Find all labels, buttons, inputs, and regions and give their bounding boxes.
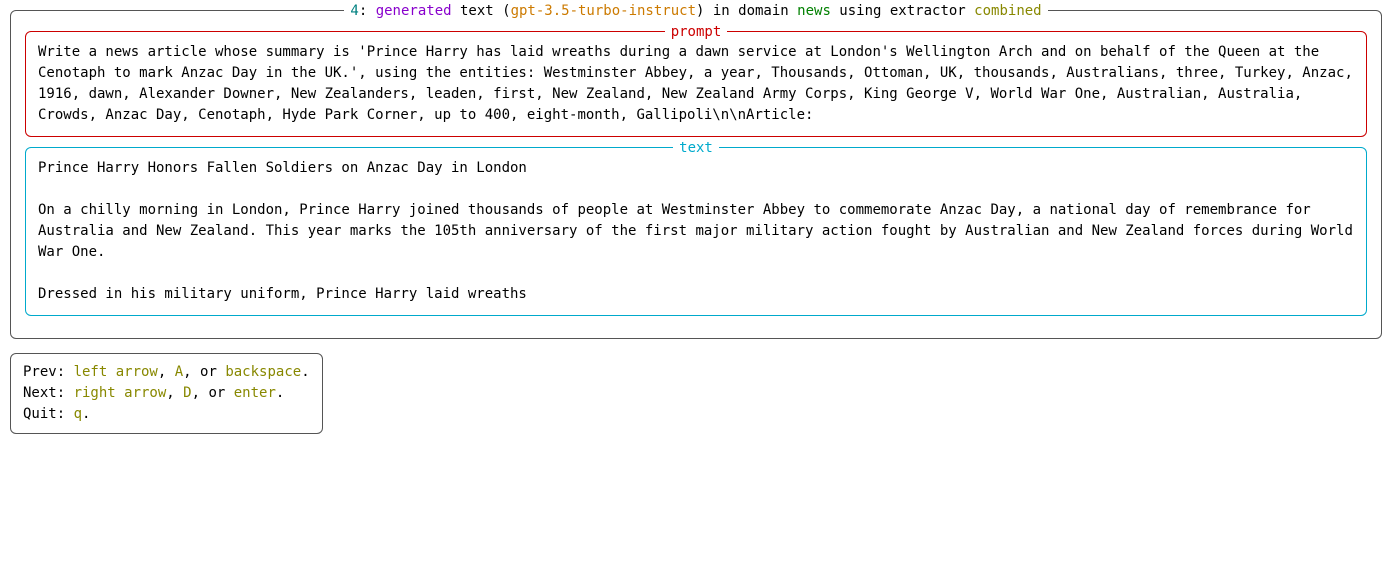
- help-next-key1: right arrow: [74, 385, 167, 401]
- help-quit-key: q: [74, 406, 82, 422]
- prompt-panel: prompt Write a news article whose summar…: [25, 31, 1367, 137]
- text-label: text: [673, 138, 719, 159]
- end: .: [276, 385, 284, 401]
- help-prev-key2: A: [175, 364, 183, 380]
- end: .: [82, 406, 90, 422]
- help-prev-key1: left arrow: [74, 364, 158, 380]
- record-index: 4: [350, 3, 358, 19]
- text-title: text: [26, 138, 1366, 159]
- help-next-key2: D: [183, 385, 191, 401]
- prompt-title: prompt: [26, 22, 1366, 43]
- help-next-key3: enter: [234, 385, 276, 401]
- help-next-label: Next:: [23, 385, 74, 401]
- text-label-text: text: [679, 140, 713, 156]
- domain-name: news: [797, 3, 831, 19]
- record-header: 4: generated text (gpt-3.5-turbo-instruc…: [11, 1, 1381, 22]
- help-prev-key3: backspace: [225, 364, 301, 380]
- help-prev-label: Prev:: [23, 364, 74, 380]
- record-header-inner: 4: generated text (gpt-3.5-turbo-instruc…: [344, 1, 1047, 22]
- colon: :: [359, 3, 376, 19]
- in-domain: ) in domain: [696, 3, 797, 19]
- help-quit: Quit: q.: [23, 404, 310, 425]
- prompt-label-text: prompt: [671, 24, 722, 40]
- end: .: [301, 364, 309, 380]
- sep: ,: [158, 364, 175, 380]
- using-extractor: using extractor: [831, 3, 974, 19]
- model-name: gpt-3.5-turbo-instruct: [511, 3, 696, 19]
- sep: ,: [166, 385, 183, 401]
- help-prev: Prev: left arrow, A, or backspace.: [23, 362, 310, 383]
- extractor-name: combined: [974, 3, 1041, 19]
- record-panel: 4: generated text (gpt-3.5-turbo-instruc…: [10, 10, 1382, 339]
- prompt-label: prompt: [665, 22, 728, 43]
- help-panel: Prev: left arrow, A, or backspace. Next:…: [10, 353, 323, 434]
- prompt-body: Write a news article whose summary is 'P…: [38, 42, 1354, 126]
- sep: , or: [183, 364, 225, 380]
- text-body: Prince Harry Honors Fallen Soldiers on A…: [38, 158, 1354, 305]
- text-panel: text Prince Harry Honors Fallen Soldiers…: [25, 147, 1367, 316]
- text-word: text (: [452, 3, 511, 19]
- sep: , or: [192, 385, 234, 401]
- help-next: Next: right arrow, D, or enter.: [23, 383, 310, 404]
- help-quit-label: Quit:: [23, 406, 74, 422]
- generated-word: generated: [376, 3, 452, 19]
